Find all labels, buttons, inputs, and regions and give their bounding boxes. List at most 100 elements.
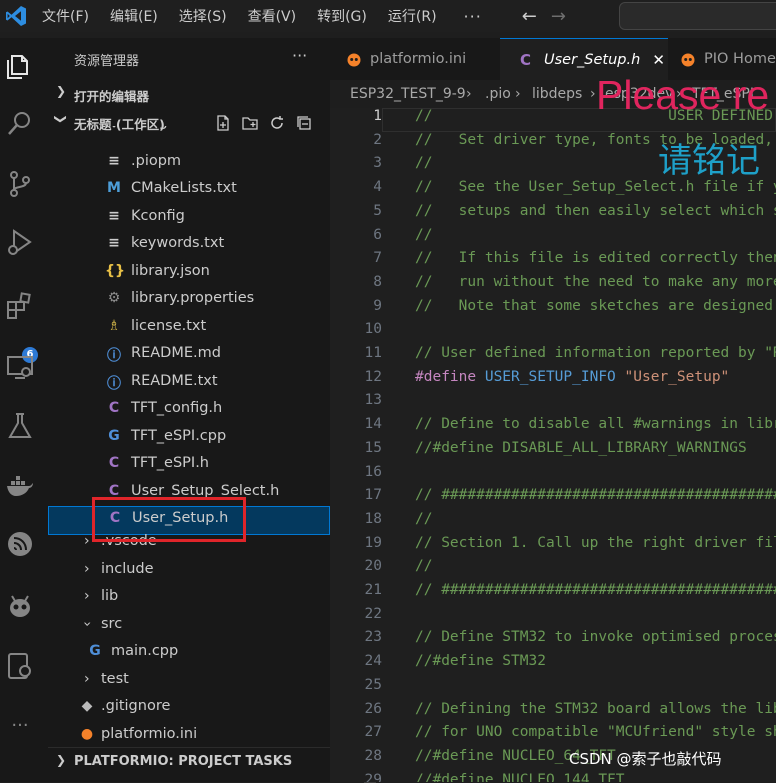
menu-more-button[interactable]: ··· [464, 7, 482, 26]
tree-item[interactable]: M CMakeLists.txt [48, 177, 318, 204]
menu-view[interactable]: 查看(V) [248, 6, 297, 26]
remote-explorer-icon[interactable] [4, 351, 36, 383]
code-text: //#define NUCLEO_144_TFT [415, 772, 625, 782]
code-line[interactable]: 8 // run without the need to make any mor… [330, 274, 776, 298]
code-line[interactable]: 5 // setups and then easily select which … [330, 203, 776, 227]
back-arrow-icon[interactable]: ← [522, 6, 537, 27]
tree-item[interactable]: C TFT_eSPI.h [48, 452, 318, 479]
code-line[interactable]: 6 // [330, 227, 776, 251]
close-tab-icon[interactable]: ✕ [652, 51, 665, 69]
code-line[interactable]: 10 [330, 321, 776, 345]
code-line[interactable]: 27 // for UNO compatible "MCUfriend" styl… [330, 724, 776, 748]
tree-item[interactable]: ◆ .gitignore [48, 695, 318, 722]
tree-item[interactable]: ≡ Kconfig [48, 205, 318, 232]
code-line[interactable]: 17 // ###################################… [330, 487, 776, 511]
tree-item[interactable]: ⚙ library.properties [48, 287, 318, 314]
more-views-icon[interactable]: ··· [4, 710, 36, 742]
tab-label: PIO Home [704, 51, 776, 67]
code-line[interactable]: 29 //#define NUCLEO_144_TFT [330, 772, 776, 782]
tree-item[interactable]: ● platformio.ini [48, 723, 318, 750]
tree-folder[interactable]: › test [48, 668, 318, 695]
tree-item[interactable]: ≡ .piopm [48, 150, 318, 177]
tree-item[interactable]: ◆ .gitignore [48, 126, 318, 134]
menu-edit[interactable]: 编辑(E) [110, 6, 158, 26]
code-token: // Defining the STM32 board allows the l… [415, 700, 776, 717]
menu-selection[interactable]: 选择(S) [179, 6, 227, 26]
tree-item[interactable]: {} library.json [48, 260, 318, 287]
code-line[interactable]: 12 #define USER_SETUP_INFO "User_Setup" [330, 369, 776, 393]
code-line[interactable]: 7 // If this file is edited correctly the… [330, 250, 776, 274]
run-debug-icon[interactable] [4, 226, 36, 258]
testing-flask-icon[interactable] [4, 410, 36, 442]
license-icon: ♗ [107, 317, 121, 334]
platformio-alien-icon[interactable] [4, 590, 36, 622]
docker-icon[interactable] [4, 470, 36, 502]
code-line[interactable]: 14 // Define to disable all #warnings in … [330, 416, 776, 440]
tree-item-label: TFT_eSPI.cpp [131, 427, 227, 444]
extensions-icon[interactable] [4, 290, 36, 322]
chevron-right-icon: › [466, 86, 472, 102]
forward-arrow-icon[interactable]: → [551, 6, 566, 27]
code-line[interactable]: 18 // [330, 511, 776, 535]
code-token: // Section 1. Call up the right driver f… [415, 534, 776, 551]
espressif-icon[interactable] [4, 528, 36, 560]
code-line[interactable]: 21 // ###################################… [330, 582, 776, 606]
c-header-icon: C [108, 455, 120, 471]
code-line[interactable]: 9 // Note that some sketches are designed… [330, 298, 776, 322]
search-icon[interactable] [4, 108, 36, 140]
menu-run[interactable]: 运行(R) [388, 6, 437, 26]
source-control-icon[interactable] [4, 168, 36, 200]
menu-go[interactable]: 转到(G) [317, 6, 367, 26]
code-line[interactable]: 24 //#define STM32 [330, 653, 776, 677]
menu-file[interactable]: 文件(F) [42, 6, 89, 26]
platformio-tasks-section[interactable]: ❯ PLATFORMIO: PROJECT TASKS [48, 747, 330, 775]
tree-item[interactable]: ⓘ README.md [48, 342, 318, 369]
tree-item[interactable]: C TFT_config.h [48, 397, 318, 424]
tree-folder[interactable]: › lib [48, 585, 318, 612]
code-token: //#define STM32 [415, 653, 546, 670]
line-number: 19 [364, 534, 382, 551]
code-line[interactable]: 20 // [330, 558, 776, 582]
tree-item[interactable]: G TFT_eSPI.cpp [48, 425, 318, 452]
tree-item[interactable]: C User_Setup_Select.h [48, 480, 318, 507]
code-line[interactable]: 22 [330, 606, 776, 630]
code-line[interactable]: 13 [330, 392, 776, 416]
command-center-search[interactable] [619, 2, 776, 30]
breadcrumb-item[interactable]: .pio [485, 86, 511, 102]
line-number: 23 [364, 629, 382, 646]
code-line[interactable]: 23 // Define STM32 to invoke optimised pr… [330, 629, 776, 653]
code-line[interactable]: 4// See the User_Setup_Select.h file if … [330, 179, 776, 203]
code-line[interactable]: 25 [330, 677, 776, 701]
explorer-more-button[interactable]: ··· [292, 46, 307, 65]
settings-sync-icon[interactable] [4, 650, 36, 682]
code-line[interactable]: 11 // User defined information reported b… [330, 345, 776, 369]
explorer-icon[interactable] [4, 50, 36, 82]
line-number: 24 [364, 653, 382, 670]
tree-folder[interactable]: › src [48, 613, 318, 640]
code-editor[interactable]: 1// USER DEFINED SETTINGS2// Set driver … [330, 108, 776, 782]
tree-folder[interactable]: › .vscode [48, 530, 318, 557]
code-line[interactable]: 19 // Section 1. Call up the right driver… [330, 535, 776, 559]
code-token: // Define STM32 to invoke optimised proc… [415, 629, 776, 646]
breadcrumb-item[interactable]: ESP32_TEST_9-9 [350, 86, 466, 102]
tree-folder[interactable]: › include [48, 558, 318, 585]
tab-platformio-ini[interactable]: platformio.ini [330, 38, 500, 80]
tree-item-label: src [101, 615, 123, 632]
code-line[interactable]: 15 //#define DISABLE_ALL_LIBRARY_WARNINGS [330, 440, 776, 464]
tree-item[interactable]: ♗ license.txt [48, 315, 318, 342]
breadcrumb-item[interactable]: libdeps [532, 86, 582, 102]
vscode-logo-icon[interactable] [4, 4, 28, 28]
code-token: // #####################################… [415, 487, 776, 504]
gear-icon: ⚙ [107, 290, 121, 306]
tree-item[interactable]: ≡ keywords.txt [48, 232, 318, 259]
tree-item[interactable]: ⓘ README.txt [48, 370, 318, 397]
tree-item[interactable]: Gmain.cpp [48, 640, 318, 667]
tree-item-label: .gitignore [131, 126, 200, 130]
platformio-icon: ● [80, 725, 94, 742]
line-number: 6 [373, 226, 382, 243]
code-line[interactable]: 16 [330, 464, 776, 488]
code-line[interactable]: 26 // Defining the STM32 board allows the… [330, 701, 776, 725]
tree-item-label: library.json [131, 262, 210, 279]
code-token: // for UNO compatible "MCUfriend" style … [415, 724, 776, 741]
open-editors-section[interactable]: ❯ 打开的编辑器 [48, 84, 330, 106]
